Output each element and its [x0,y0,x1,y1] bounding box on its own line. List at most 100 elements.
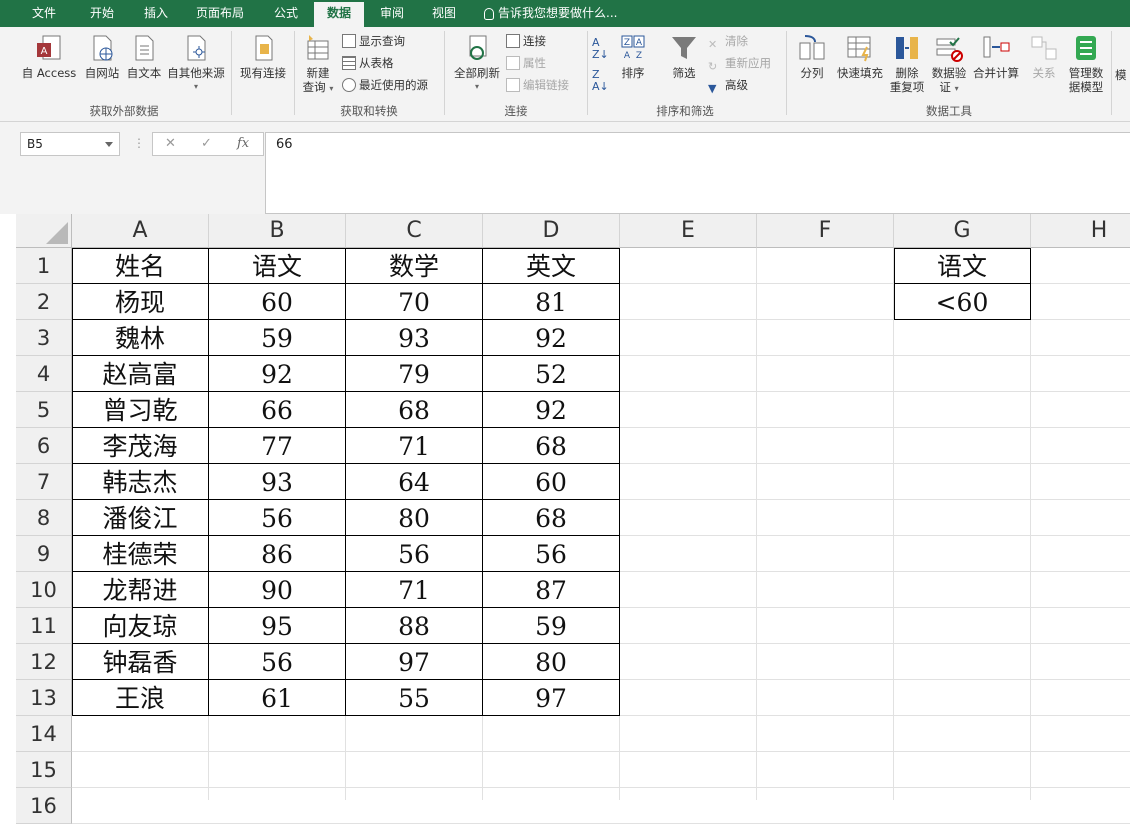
column-header-b[interactable]: B [209,214,346,248]
cell-b11[interactable]: 95 [209,608,346,644]
tab-page-layout[interactable]: 页面布局 [188,0,252,27]
column-header-h[interactable]: H [1031,214,1130,248]
cell-c7[interactable]: 64 [346,464,483,500]
tab-insert[interactable]: 插入 [132,0,180,27]
cell-c5[interactable]: 68 [346,392,483,428]
cell-d2[interactable]: 81 [483,284,620,320]
cell-b4[interactable]: 92 [209,356,346,392]
existing-connections-button[interactable]: 现有连接 [236,33,290,80]
cell-c4[interactable]: 79 [346,356,483,392]
column-header-f[interactable]: F [757,214,894,248]
new-query-button[interactable]: 新建 查询 ▾ [298,33,338,96]
cell-d9[interactable]: 56 [483,536,620,572]
advanced-filter-button[interactable]: ▼ 高级 [708,76,748,95]
cell-d5[interactable]: 92 [483,392,620,428]
row-header-9[interactable]: 9 [16,536,72,572]
cell-d3[interactable]: 92 [483,320,620,356]
cell-b7[interactable]: 93 [209,464,346,500]
row-header-7[interactable]: 7 [16,464,72,500]
cell-a1[interactable]: 姓名 [72,248,209,284]
cell-d4[interactable]: 52 [483,356,620,392]
cancel-icon[interactable]: ✕ [165,136,176,151]
row-header-12[interactable]: 12 [16,644,72,680]
name-box[interactable]: B5 [20,132,120,156]
flash-fill-button[interactable]: 快速填充 [834,33,886,80]
cell-d13[interactable]: 97 [483,680,620,716]
cutoff-ribbon-button[interactable]: 模 [1115,67,1127,83]
cell-a9[interactable]: 桂德荣 [72,536,209,572]
consolidate-button[interactable]: 合并计算 [970,33,1022,80]
from-text-button[interactable]: 自文本 [122,33,166,80]
formula-input[interactable]: 66 [265,132,1130,214]
from-web-button[interactable]: 自网站 [80,33,124,80]
enter-check-icon[interactable]: ✓ [201,136,212,151]
cell-d7[interactable]: 60 [483,464,620,500]
row-header-3[interactable]: 3 [16,320,72,356]
cell-b3[interactable]: 59 [209,320,346,356]
refresh-all-button[interactable]: 全部刷新 ▾ [450,33,504,94]
cell-b2[interactable]: 60 [209,284,346,320]
cell-b12[interactable]: 56 [209,644,346,680]
resize-handle-icon[interactable]: ⋮ [133,136,145,150]
cell-d12[interactable]: 80 [483,644,620,680]
row-header-14[interactable]: 14 [16,716,72,752]
manage-data-model-button[interactable]: 管理数 据模型 [1064,33,1108,94]
row-header-10[interactable]: 10 [16,572,72,608]
sort-az-icon[interactable]: A Z↓ [592,37,609,61]
from-access-button[interactable]: A 自 Access [20,33,78,80]
recent-sources-button[interactable]: 最近使用的源 [342,76,428,94]
tab-review[interactable]: 审阅 [368,0,416,27]
data-validation-button[interactable]: 数据验 证 ▾ [928,33,970,96]
cell-c11[interactable]: 88 [346,608,483,644]
cell-c9[interactable]: 56 [346,536,483,572]
column-header-d[interactable]: D [483,214,620,248]
cell-a10[interactable]: 龙帮进 [72,572,209,608]
cell-b6[interactable]: 77 [209,428,346,464]
cell-g1[interactable]: 语文 [894,248,1031,284]
tab-file[interactable]: 文件 [18,0,70,27]
row-header-15[interactable]: 15 [16,752,72,788]
cell-a6[interactable]: 李茂海 [72,428,209,464]
row-header-2[interactable]: 2 [16,284,72,320]
row-header-4[interactable]: 4 [16,356,72,392]
from-other-sources-button[interactable]: 自其他来源 ▾ [164,33,228,94]
cell-b8[interactable]: 56 [209,500,346,536]
cell-d6[interactable]: 68 [483,428,620,464]
cell-a12[interactable]: 钟磊香 [72,644,209,680]
cell-b10[interactable]: 90 [209,572,346,608]
cell-c3[interactable]: 93 [346,320,483,356]
cell-d11[interactable]: 59 [483,608,620,644]
clear-filter-button[interactable]: ✕ 清除 [708,32,748,51]
cell-a4[interactable]: 赵高富 [72,356,209,392]
reapply-button[interactable]: ↻ 重新应用 [708,54,771,73]
cell-a2[interactable]: 杨现 [72,284,209,320]
tab-data[interactable]: 数据 [314,2,364,27]
show-queries-button[interactable]: 显示查询 [342,32,405,50]
cell-c10[interactable]: 71 [346,572,483,608]
filter-button[interactable]: 筛选 [664,33,704,80]
cell-c8[interactable]: 80 [346,500,483,536]
cell-b1[interactable]: 语文 [209,248,346,284]
properties-button[interactable]: 属性 [506,54,546,72]
cell-a3[interactable]: 魏林 [72,320,209,356]
column-header-e[interactable]: E [620,214,757,248]
tab-home[interactable]: 开始 [78,0,126,27]
cell-c13[interactable]: 55 [346,680,483,716]
worksheet-grid[interactable]: ABCDEFGH 1 2 3 4 5 6 7 8 9 10 11 12 13 14 15 16 姓名 语文 数学英… [16,214,1130,824]
row-header-8[interactable]: 8 [16,500,72,536]
cell-a8[interactable]: 潘俊江 [72,500,209,536]
cell-d8[interactable]: 68 [483,500,620,536]
tab-formulas[interactable]: 公式 [262,0,310,27]
cell-a7[interactable]: 韩志杰 [72,464,209,500]
cell-b5[interactable]: 66 [209,392,346,428]
cell-b13[interactable]: 61 [209,680,346,716]
relationships-button[interactable]: 关系 [1024,33,1064,80]
cell-a5[interactable]: 曾习乾 [72,392,209,428]
row-header-13[interactable]: 13 [16,680,72,716]
cell-d1[interactable]: 英文 [483,248,620,284]
row-header-11[interactable]: 11 [16,608,72,644]
chevron-down-icon[interactable] [105,142,113,147]
column-header-a[interactable]: A [72,214,209,248]
row-header-5[interactable]: 5 [16,392,72,428]
from-table-button[interactable]: 从表格 [342,54,394,72]
